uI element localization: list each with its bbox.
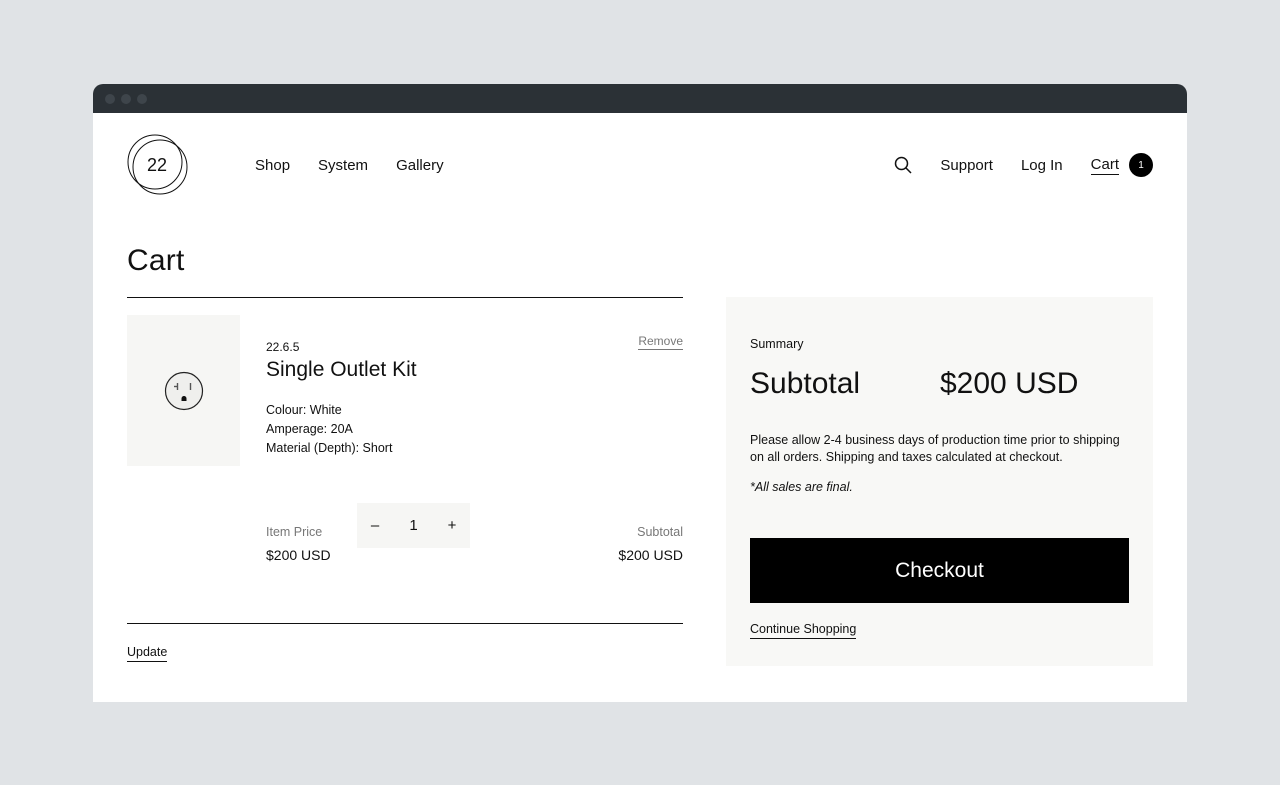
item-subtotal: $200 USD bbox=[618, 547, 683, 563]
decrement-button[interactable]: – bbox=[369, 517, 381, 534]
option-material: Material (Depth): Short bbox=[266, 441, 393, 455]
option-amperage: Amperage: 20A bbox=[266, 422, 353, 436]
checkout-button[interactable]: Checkout bbox=[750, 538, 1129, 603]
support-link[interactable]: Support bbox=[940, 157, 993, 174]
main-nav: Shop System Gallery bbox=[255, 157, 444, 174]
login-link[interactable]: Log In bbox=[1021, 157, 1063, 174]
utility-nav: Support Log In Cart 1 bbox=[894, 153, 1153, 177]
product-options: Colour: White Amperage: 20A Material (De… bbox=[266, 401, 392, 458]
cart-link[interactable]: Cart bbox=[1090, 156, 1119, 175]
product-sku: 22.6.5 bbox=[266, 340, 300, 354]
page-title: Cart bbox=[127, 244, 185, 277]
item-price: $200 USD bbox=[266, 547, 331, 563]
outlet-icon bbox=[164, 371, 203, 410]
browser-titlebar bbox=[93, 84, 1187, 113]
sales-final-note: *All sales are final. bbox=[750, 480, 853, 494]
nav-shop[interactable]: Shop bbox=[255, 157, 290, 174]
cart-count-badge[interactable]: 1 bbox=[1129, 153, 1153, 177]
quantity-stepper: – 1 + bbox=[357, 503, 470, 548]
browser-window: 22 Shop System Gallery Support Log In Ca… bbox=[93, 84, 1187, 702]
summary-label: Summary bbox=[750, 337, 804, 351]
window-dot-close[interactable] bbox=[105, 93, 115, 104]
product-name[interactable]: Single Outlet Kit bbox=[266, 358, 417, 382]
shipping-note: Please allow 2-4 business days of produc… bbox=[750, 433, 1120, 464]
order-summary: Summary Subtotal $200 USD Please allow 2… bbox=[726, 297, 1153, 666]
cart-page: 22 Shop System Gallery Support Log In Ca… bbox=[93, 113, 1187, 702]
item-price-label: Item Price bbox=[266, 525, 323, 539]
quantity-value[interactable]: 1 bbox=[409, 517, 417, 534]
summary-subtotal: $200 USD bbox=[940, 367, 1079, 400]
product-image[interactable] bbox=[127, 315, 240, 466]
item-subtotal-label: Subtotal bbox=[637, 525, 683, 539]
divider bbox=[127, 297, 683, 298]
option-colour: Colour: White bbox=[266, 403, 342, 417]
remove-button[interactable]: Remove bbox=[638, 334, 683, 350]
update-button[interactable]: Update bbox=[127, 645, 168, 662]
logo[interactable]: 22 bbox=[127, 134, 189, 196]
nav-gallery[interactable]: Gallery bbox=[396, 157, 444, 174]
continue-shopping-link[interactable]: Continue Shopping bbox=[750, 622, 857, 639]
increment-button[interactable]: + bbox=[446, 517, 458, 534]
summary-subtotal-label: Subtotal bbox=[750, 367, 861, 400]
logo-text: 22 bbox=[147, 155, 167, 175]
search-icon[interactable] bbox=[894, 156, 912, 174]
window-dot-maximize[interactable] bbox=[137, 93, 147, 104]
divider bbox=[127, 623, 683, 624]
window-dot-minimize[interactable] bbox=[121, 93, 131, 104]
nav-system[interactable]: System bbox=[318, 157, 368, 174]
